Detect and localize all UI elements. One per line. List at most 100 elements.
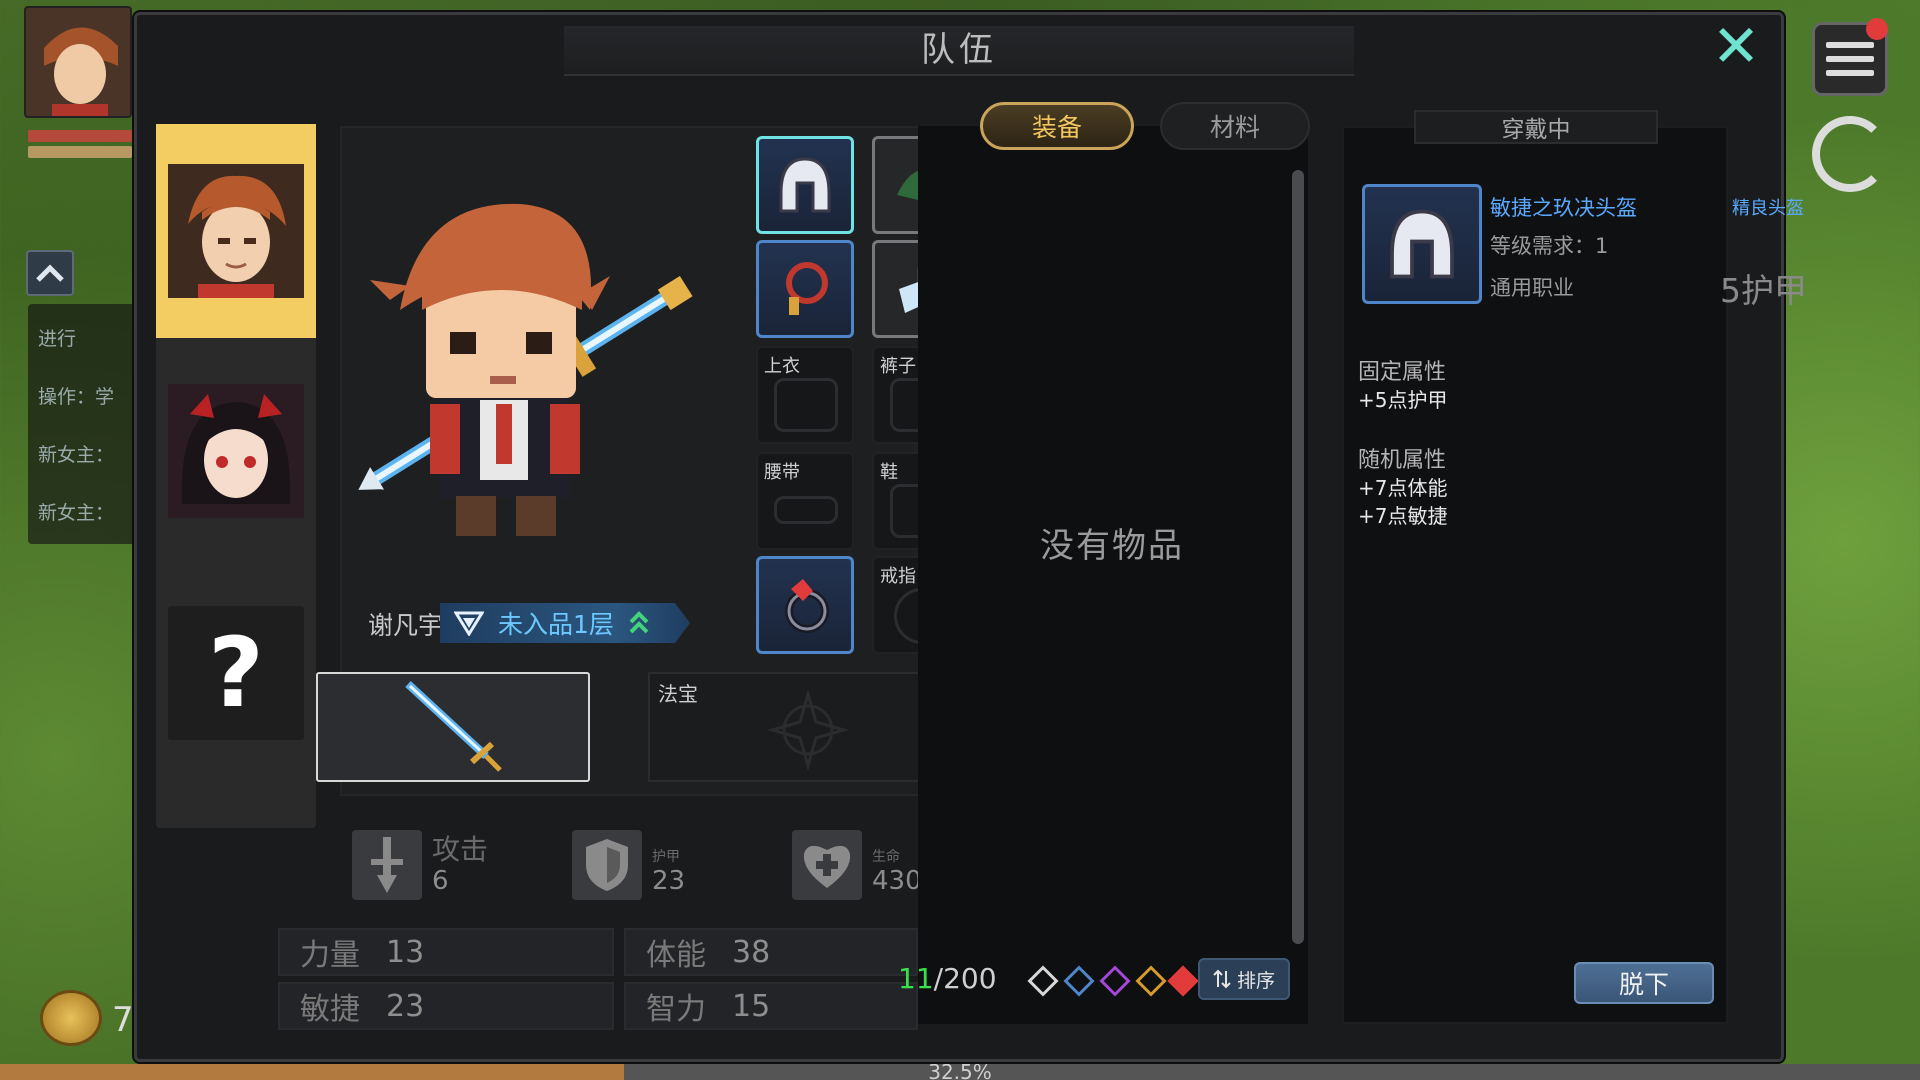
attr-intellect-label: 智力 bbox=[646, 992, 706, 1027]
attr-strength-value: 13 bbox=[386, 934, 425, 970]
collapse-up-button[interactable] bbox=[26, 250, 74, 296]
sort-label: 排序 bbox=[1236, 969, 1275, 992]
item-name: 敏捷之玖决头盔 bbox=[1490, 196, 1637, 220]
notification-dot bbox=[1866, 18, 1888, 40]
chevron-up-icon bbox=[36, 264, 64, 282]
ring-label: 戒指 bbox=[880, 566, 916, 587]
sort-button[interactable]: 排序 bbox=[1198, 958, 1290, 1000]
inventory-count: 11/200 bbox=[898, 962, 997, 995]
inventory-scrollbar[interactable] bbox=[1292, 170, 1304, 944]
coin-value: 7 bbox=[112, 1000, 134, 1040]
character-slot-locked[interactable]: ? bbox=[156, 566, 316, 780]
attack-value: 6 bbox=[432, 866, 449, 896]
coin-icon bbox=[40, 990, 102, 1046]
player-portrait[interactable] bbox=[24, 6, 132, 118]
fabao-label: 法宝 bbox=[658, 682, 698, 706]
necklace-slot[interactable] bbox=[756, 240, 854, 338]
attr-strength-label: 力量 bbox=[300, 938, 360, 973]
ring-slot-1[interactable] bbox=[756, 556, 854, 654]
sword-stat-icon bbox=[371, 837, 403, 893]
item-armor: 5护甲 bbox=[1720, 271, 1807, 310]
character-list: ? bbox=[156, 124, 316, 828]
inventory-count-used: 11 bbox=[898, 962, 934, 995]
item-type: 精良头盔 bbox=[1732, 198, 1804, 219]
attr-stamina-value: 38 bbox=[732, 934, 771, 970]
shirt-placeholder-icon bbox=[774, 378, 838, 432]
hero-avatar bbox=[168, 164, 304, 298]
player-face-icon bbox=[26, 8, 130, 116]
upgrade-arrow-icon bbox=[629, 611, 649, 634]
attr-strength: 力量 13 bbox=[278, 928, 614, 976]
hp-bar bbox=[28, 130, 132, 142]
tab-equipment[interactable]: 装备 bbox=[980, 102, 1134, 150]
hero-name: 谢凡宇 bbox=[368, 611, 444, 640]
menu-line bbox=[1826, 42, 1874, 48]
hp-value: 430 bbox=[872, 866, 922, 896]
random-attr-line: +7点体能 bbox=[1358, 476, 1448, 500]
random-attr-line: +7点敏捷 bbox=[1358, 504, 1448, 528]
realm-text: 未入品1层 bbox=[498, 610, 614, 639]
sort-arrows-icon bbox=[1213, 969, 1231, 989]
random-attr-title: 随机属性 bbox=[1358, 448, 1447, 473]
modal-title: 队伍 bbox=[921, 30, 997, 70]
menu-line bbox=[1826, 56, 1874, 62]
helmet-icon bbox=[779, 157, 831, 213]
hero-sprite bbox=[358, 203, 693, 536]
quest-log[interactable]: 进行 操作：学 新女主： 新女主： bbox=[28, 304, 138, 544]
shield-icon bbox=[586, 839, 628, 891]
star-compass-icon bbox=[768, 690, 848, 770]
menu-line bbox=[1826, 70, 1874, 76]
shoes-label: 鞋 bbox=[880, 462, 898, 483]
helmet-icon bbox=[1390, 209, 1454, 279]
helmet-slot[interactable] bbox=[756, 136, 854, 234]
question-mark-icon: ? bbox=[168, 606, 304, 740]
sword-icon bbox=[405, 681, 502, 772]
worn-item-icon[interactable] bbox=[1362, 184, 1482, 304]
attr-stamina: 体能 38 bbox=[624, 928, 918, 976]
tab-materials[interactable]: 材料 bbox=[1160, 102, 1310, 150]
hero-face-icon bbox=[168, 164, 304, 298]
attack-label: 攻击 bbox=[432, 833, 489, 866]
attr-agility-value: 23 bbox=[386, 988, 425, 1024]
ring-icon bbox=[785, 579, 829, 633]
item-job: 通用职业 bbox=[1490, 276, 1574, 300]
unequip-button[interactable]: 脱下 bbox=[1574, 962, 1714, 1004]
attr-stamina-label: 体能 bbox=[646, 938, 706, 973]
player-bars bbox=[28, 130, 132, 162]
weapon-slot[interactable] bbox=[316, 672, 590, 782]
armor-value: 23 bbox=[652, 866, 686, 896]
attack-stat-icon bbox=[352, 830, 422, 900]
character-slot-heroine[interactable] bbox=[156, 344, 316, 558]
quest-log-item: 新女主： bbox=[38, 502, 115, 524]
belt-slot[interactable]: 腰带 bbox=[756, 452, 854, 550]
fixed-attr-title: 固定属性 bbox=[1358, 360, 1447, 385]
quest-log-item: 操作：学 bbox=[38, 386, 115, 408]
close-button[interactable]: ✕ bbox=[1704, 14, 1768, 78]
shirt-slot[interactable]: 上衣 bbox=[756, 346, 854, 444]
belt-label: 腰带 bbox=[764, 462, 800, 483]
item-requirement: 等级需求：1 bbox=[1490, 234, 1609, 258]
inventory-panel bbox=[918, 126, 1308, 1024]
inventory-count-total: /200 bbox=[933, 962, 997, 995]
hp-label: 生命 bbox=[872, 849, 900, 865]
necklace-icon bbox=[786, 262, 828, 315]
quest-log-item: 新女主： bbox=[38, 444, 115, 466]
heroine-avatar bbox=[168, 384, 304, 518]
armor-label: 护甲 bbox=[652, 849, 680, 865]
attr-intellect: 智力 15 bbox=[624, 982, 918, 1030]
character-slot-hero[interactable] bbox=[156, 124, 316, 338]
attr-agility-label: 敏捷 bbox=[300, 992, 360, 1027]
swirl-skill-icon[interactable] bbox=[1812, 116, 1888, 192]
heroine-face-icon bbox=[168, 384, 304, 518]
wearing-tab: 穿戴中 bbox=[1414, 110, 1658, 144]
realm-badge[interactable]: 未入品1层 bbox=[440, 603, 690, 643]
fixed-attr-line: +5点护甲 bbox=[1358, 388, 1448, 412]
armor-stat-icon bbox=[572, 830, 642, 900]
mp-bar bbox=[28, 146, 132, 158]
attr-agility: 敏捷 23 bbox=[278, 982, 614, 1030]
empty-inventory-text: 没有物品 bbox=[1040, 526, 1184, 566]
shirt-label: 上衣 bbox=[764, 356, 800, 377]
fabao-slot[interactable]: 法宝 bbox=[648, 672, 964, 782]
hp-stat-icon bbox=[792, 830, 862, 900]
pants-label: 裤子 bbox=[880, 356, 916, 377]
